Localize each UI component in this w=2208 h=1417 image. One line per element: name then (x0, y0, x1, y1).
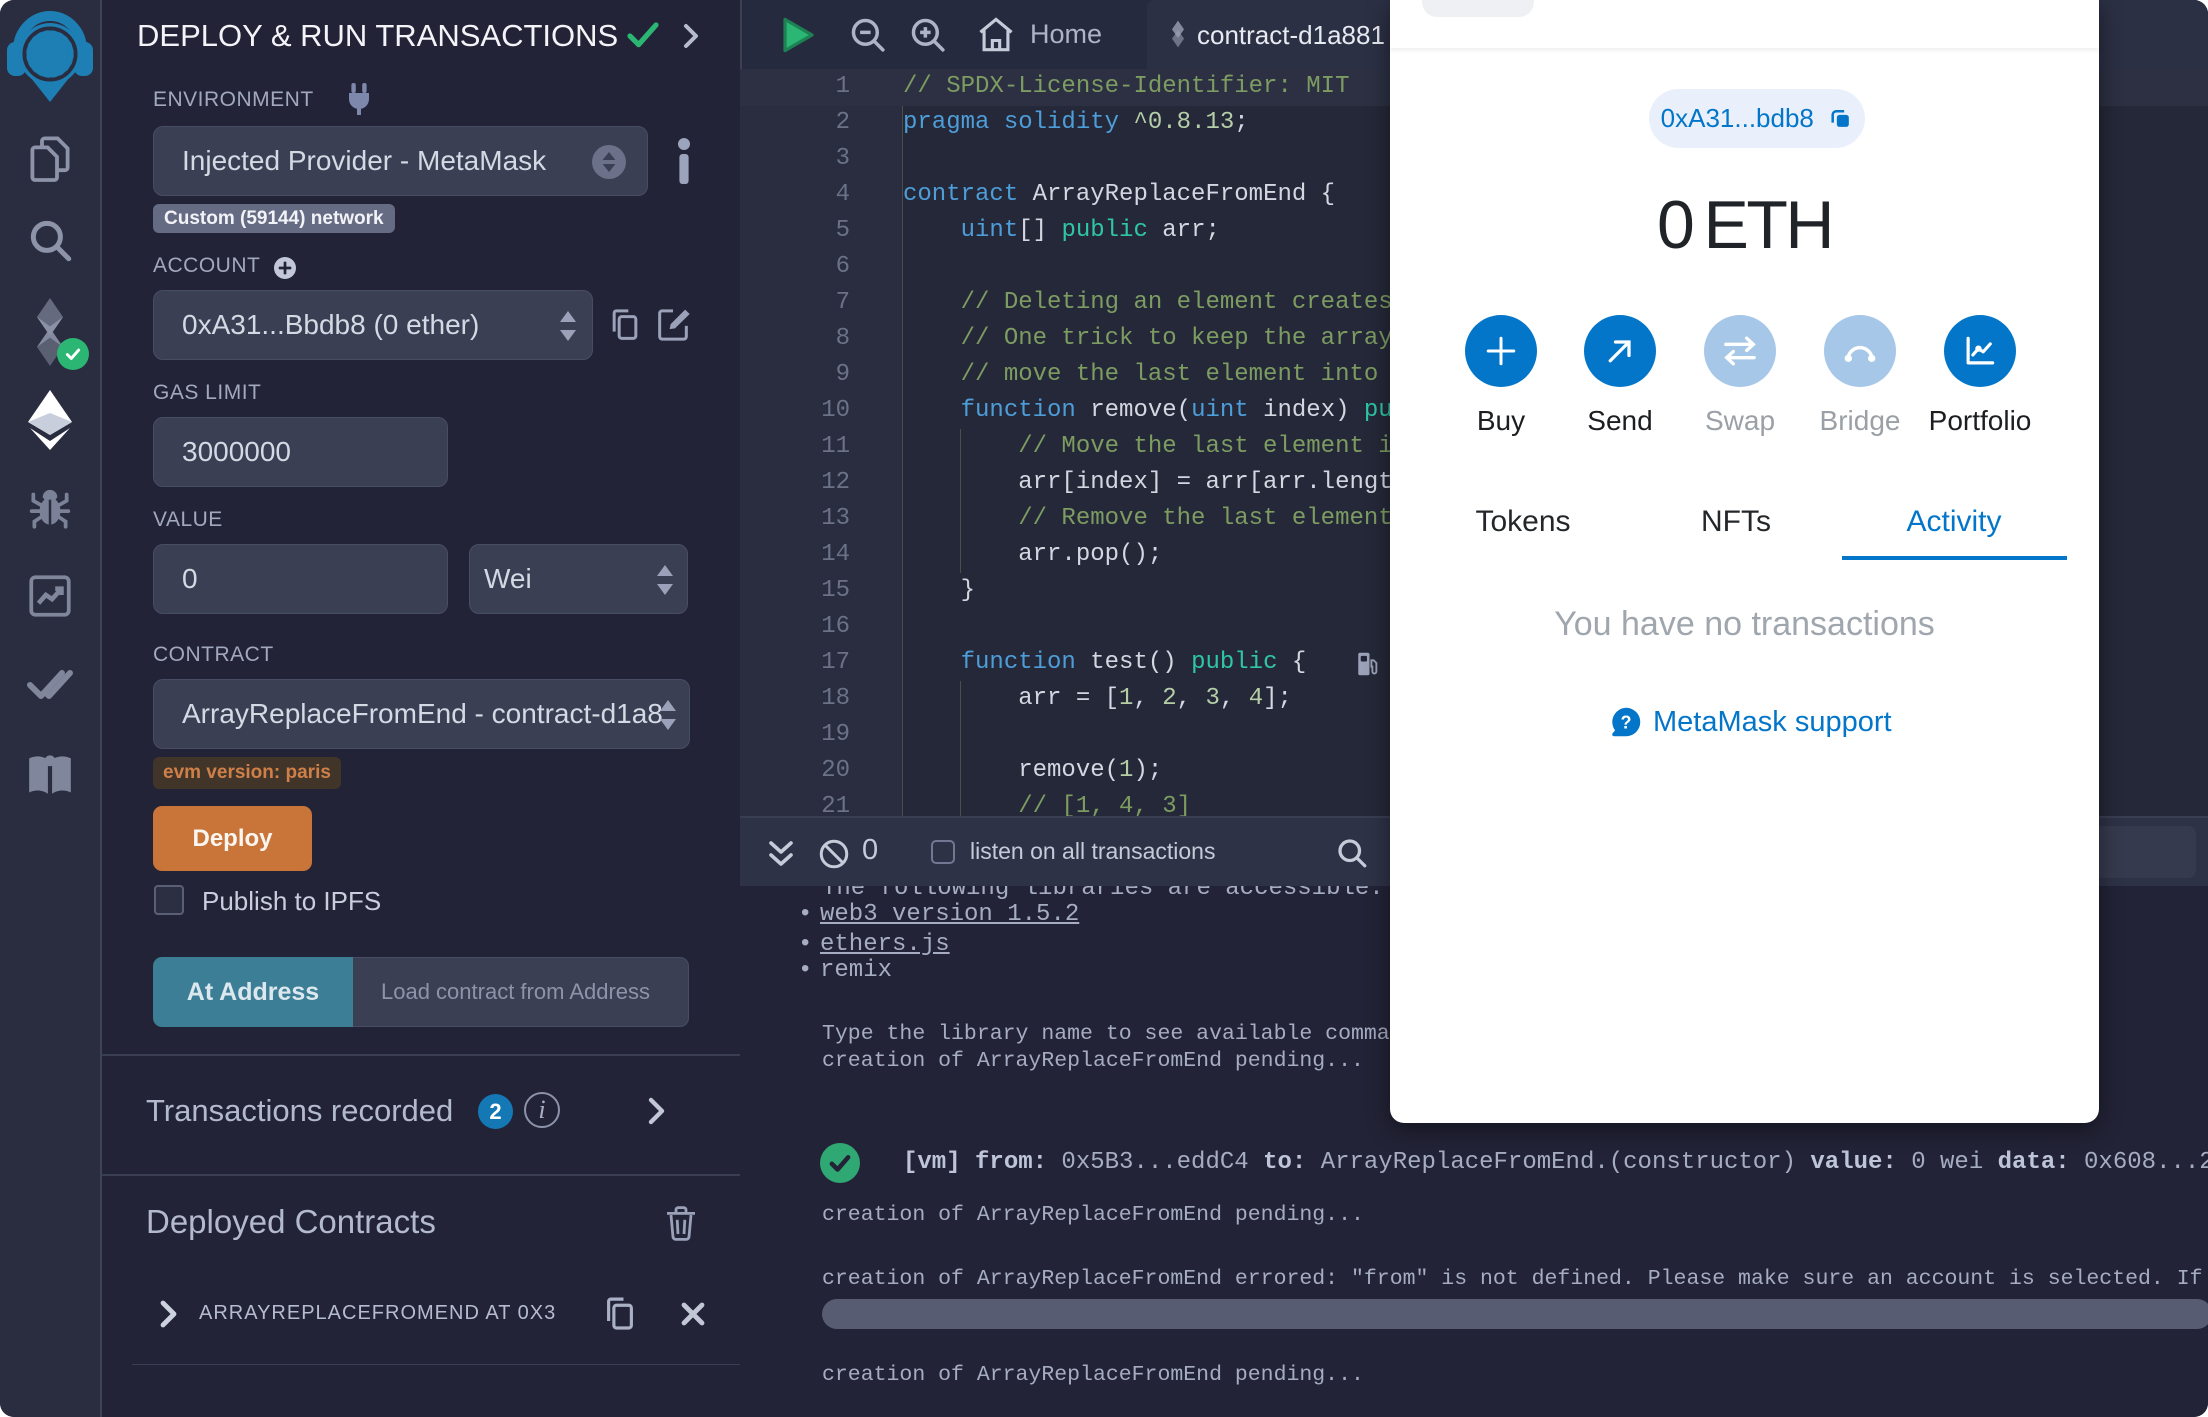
svg-text:?: ? (1621, 712, 1632, 732)
